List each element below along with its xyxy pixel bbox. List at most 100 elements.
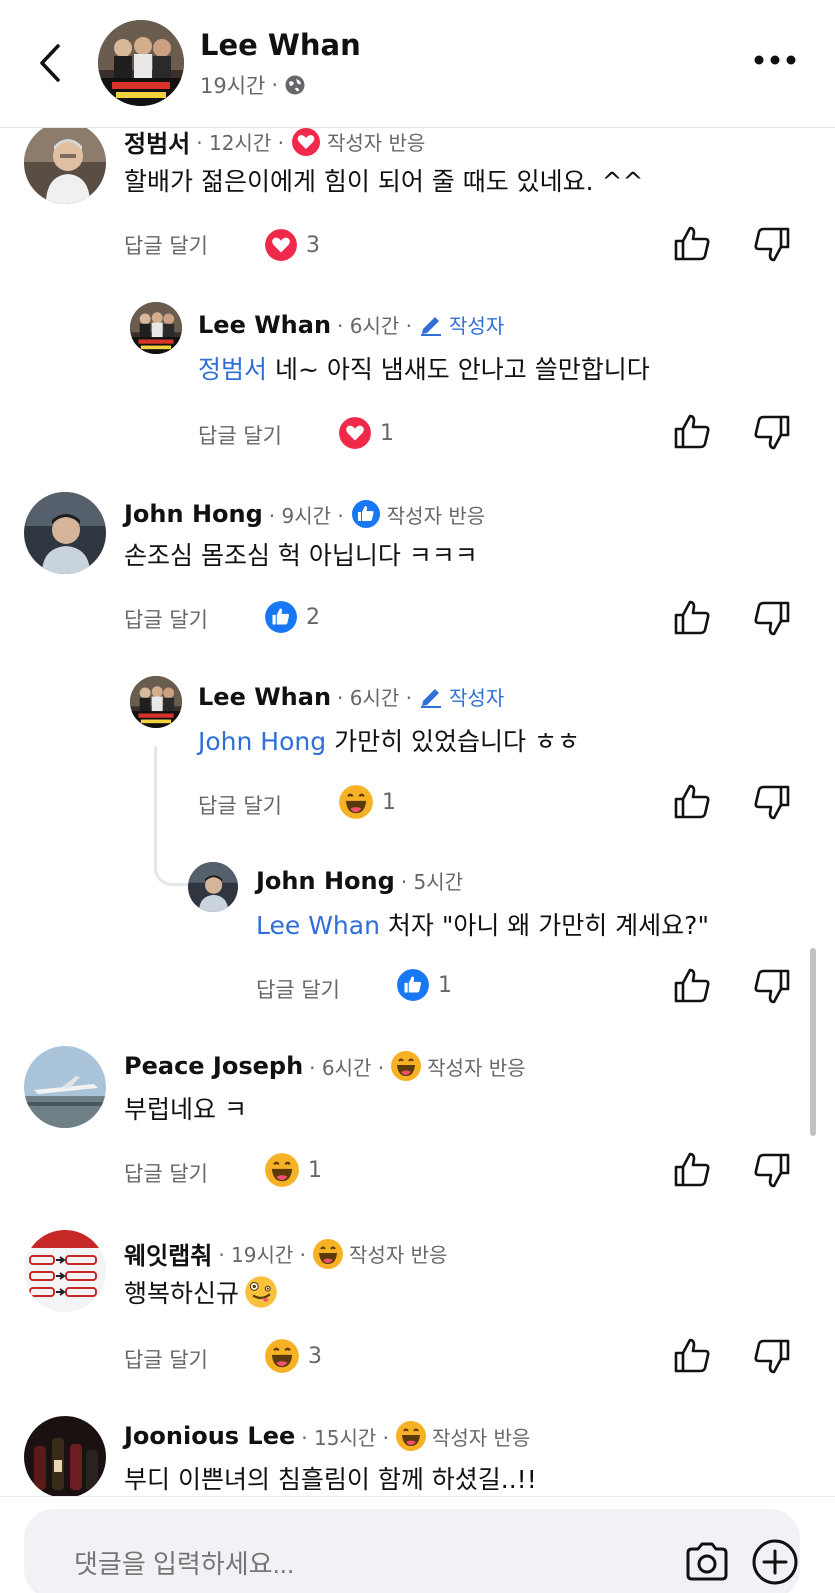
upvote-button[interactable] xyxy=(672,224,712,264)
reaction-summary[interactable]: 3 xyxy=(264,1338,322,1374)
comment-time: · 12시간 · xyxy=(196,131,284,155)
reply-button[interactable]: 답글 달기 xyxy=(124,604,208,634)
scrollbar-thumb[interactable] xyxy=(810,948,816,1136)
badge-label: 작성자 반응 xyxy=(386,503,486,528)
reaction-summary[interactable]: 2 xyxy=(264,600,320,634)
add-attachment-button[interactable] xyxy=(750,1537,800,1587)
downvote-button[interactable] xyxy=(752,1150,792,1190)
commenter-avatar[interactable] xyxy=(188,862,238,912)
thumb-down-icon xyxy=(754,601,790,636)
reaction-summary[interactable]: 1 xyxy=(264,1152,322,1188)
commenter-avatar[interactable] xyxy=(24,122,106,204)
commenter-name[interactable]: John Hong xyxy=(256,867,395,895)
love-reaction-icon xyxy=(289,125,322,158)
comment-text: 부럽네요 ㅋ xyxy=(124,1095,247,1124)
upvote-button[interactable] xyxy=(672,782,712,822)
reply-button[interactable]: 답글 달기 xyxy=(198,420,282,450)
love-reaction-icon xyxy=(339,417,371,449)
reaction-count: 1 xyxy=(438,972,452,998)
comment-text: Lee Whan 처자 "아니 왜 가만히 계세요?" xyxy=(256,906,709,942)
author-name[interactable]: Lee Whan xyxy=(200,28,361,62)
downvote-button[interactable] xyxy=(752,412,792,452)
comment-header: 웨잇랩춰 · 19시간 · 작성자 반응 xyxy=(124,1236,447,1271)
downvote-button[interactable] xyxy=(752,1336,792,1376)
comment-input[interactable] xyxy=(74,1549,634,1580)
commenter-name[interactable]: Joonious Lee xyxy=(124,1422,295,1450)
reply-button[interactable]: 답글 달기 xyxy=(198,790,282,820)
commenter-name[interactable]: 정범서 xyxy=(124,124,190,159)
thumb-up-icon xyxy=(674,414,710,449)
post-meta: 19시간 · xyxy=(200,70,306,100)
thumb-up-icon xyxy=(674,600,710,635)
author-reaction-badge: 작성자 반응 xyxy=(349,498,486,530)
comment-body: 행복하신규 xyxy=(124,1279,240,1308)
comment-input-container[interactable] xyxy=(24,1509,800,1593)
author-avatar[interactable] xyxy=(98,20,184,106)
author-reaction-badge: 작성자 반응 xyxy=(289,125,426,158)
badge-label: 작성자 반응 xyxy=(326,131,426,155)
mention-link[interactable]: Lee Whan xyxy=(256,911,380,940)
reaction-summary[interactable]: 1 xyxy=(338,784,396,820)
author-reaction-badge: 작성자 반응 xyxy=(390,1050,526,1082)
thumb-up-icon xyxy=(674,784,710,819)
upvote-button[interactable] xyxy=(672,598,712,638)
comment-header: John Hong · 9시간 · 작성자 반응 xyxy=(124,498,485,530)
reply-button[interactable]: 답글 달기 xyxy=(256,974,340,1004)
comment-body: 가만히 있었습니다 ㅎㅎ xyxy=(326,727,580,756)
reaction-summary[interactable]: 1 xyxy=(338,416,394,450)
commenter-name[interactable]: 웨잇랩춰 xyxy=(124,1236,212,1271)
reply-button[interactable]: 답글 달기 xyxy=(124,1158,208,1188)
comment-text: 부디 이쁜녀의 침흘림이 함께 하셨길..!! xyxy=(124,1465,537,1494)
badge-label: 작성자 xyxy=(449,314,505,338)
camera-button[interactable] xyxy=(684,1541,730,1583)
upvote-button[interactable] xyxy=(672,1336,712,1376)
mention-link[interactable]: John Hong xyxy=(198,727,326,756)
author-badge: 작성자 xyxy=(418,682,504,711)
reaction-summary[interactable]: 1 xyxy=(396,968,452,1002)
reply-button[interactable]: 답글 달기 xyxy=(124,1344,208,1374)
downvote-button[interactable] xyxy=(752,598,792,638)
commenter-name[interactable]: Lee Whan xyxy=(198,311,331,339)
more-options-button[interactable] xyxy=(753,50,797,70)
thumb-down-icon xyxy=(754,227,790,262)
post-time: 19시간 xyxy=(200,74,266,98)
mention-link[interactable]: 정범서 xyxy=(198,355,267,384)
comment-text: 정범서 네~ 아직 냄새도 안나고 쓸만합니다 xyxy=(198,350,650,386)
comment-composer xyxy=(0,1496,835,1593)
commenter-avatar[interactable] xyxy=(24,1230,106,1312)
comment-body: 네~ 아직 냄새도 안나고 쓸만합니다 xyxy=(267,355,650,384)
like-reaction-icon xyxy=(265,601,297,633)
upvote-button[interactable] xyxy=(672,412,712,452)
commenter-avatar[interactable] xyxy=(24,1046,106,1128)
reply-button[interactable]: 답글 달기 xyxy=(124,230,208,260)
downvote-button[interactable] xyxy=(752,224,792,264)
comment-header: Lee Whan · 6시간 · 작성자 xyxy=(198,682,504,711)
comment-header: John Hong · 5시간 xyxy=(256,866,463,895)
upvote-button[interactable] xyxy=(672,1150,712,1190)
upvote-button[interactable] xyxy=(672,966,712,1006)
commenter-avatar[interactable] xyxy=(130,302,182,354)
thumb-down-icon xyxy=(754,785,790,820)
thumb-up-icon xyxy=(674,1152,710,1187)
comment-text: 손조심 몸조심 헉 아닙니다 ㅋㅋㅋ xyxy=(124,541,478,570)
back-button[interactable] xyxy=(30,38,70,88)
comment-header: 정범서 · 12시간 · 작성자 반응 xyxy=(124,124,425,159)
pencil-icon xyxy=(421,688,442,708)
reaction-summary[interactable]: 3 xyxy=(264,228,320,262)
comment-time: · 15시간 · xyxy=(301,1425,389,1450)
downvote-button[interactable] xyxy=(752,782,792,822)
comment-time: · 6시간 · xyxy=(337,686,413,710)
commenter-name[interactable]: Lee Whan xyxy=(198,683,331,711)
reaction-count: 3 xyxy=(308,1343,322,1369)
downvote-button[interactable] xyxy=(752,966,792,1006)
commenter-name[interactable]: Peace Joseph xyxy=(124,1052,303,1080)
commenter-avatar[interactable] xyxy=(24,1416,106,1498)
commenter-name[interactable]: John Hong xyxy=(124,500,263,528)
reaction-count: 2 xyxy=(306,604,320,630)
thumb-up-icon xyxy=(674,226,710,261)
comment-header: Joonious Lee · 15시간 · 작성자 반응 xyxy=(124,1420,530,1452)
commenter-avatar[interactable] xyxy=(130,676,182,728)
commenter-avatar[interactable] xyxy=(24,492,106,574)
thumb-up-icon xyxy=(674,1338,710,1373)
like-reaction-icon xyxy=(397,969,429,1001)
